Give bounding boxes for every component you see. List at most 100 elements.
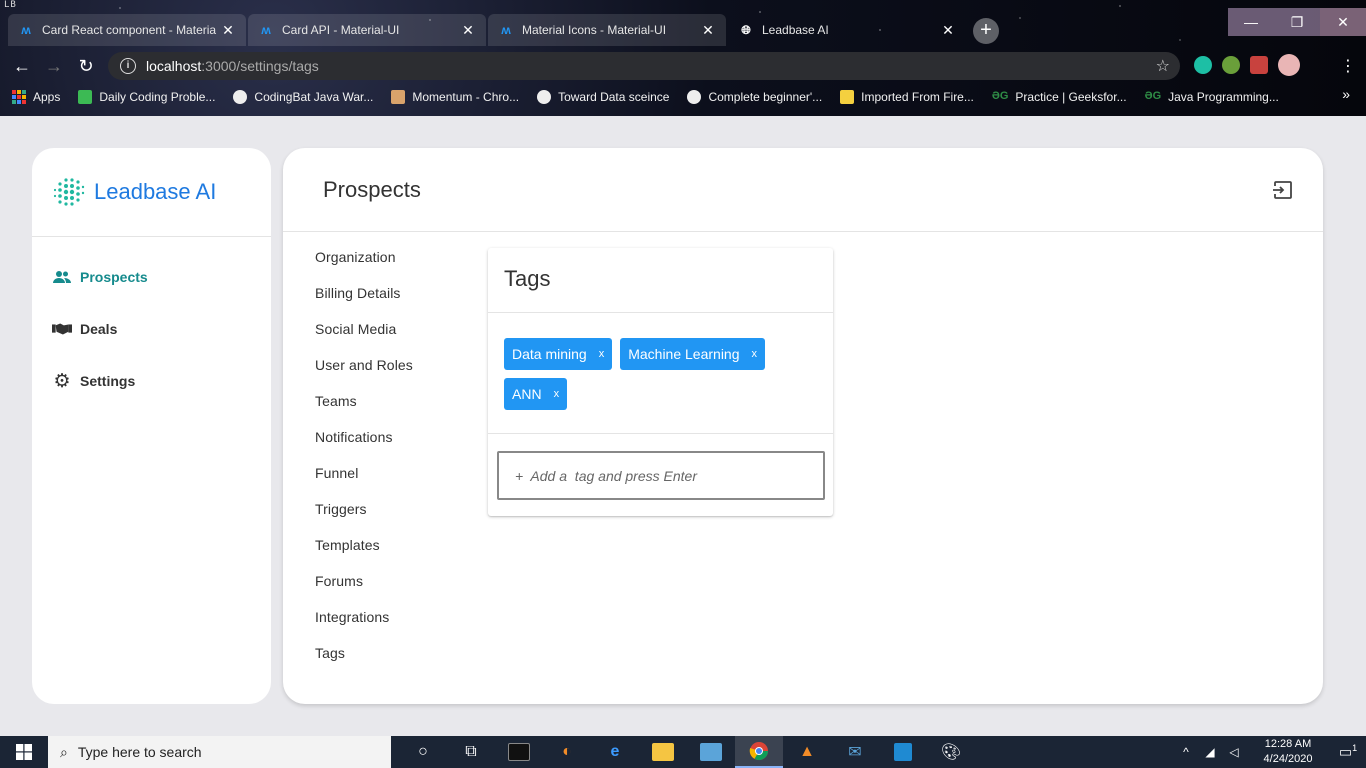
geeksforgeeks-icon: ƏG <box>991 90 1009 102</box>
terminal-icon[interactable] <box>495 736 543 768</box>
task-view-icon[interactable]: ⧉ <box>447 736 495 768</box>
sidebar-item-deals[interactable]: Deals <box>32 303 271 355</box>
forward-arrow-icon[interactable]: → <box>38 56 70 77</box>
bookmark-item[interactable]: ƏG Practice | Geeksfor... <box>992 90 1127 104</box>
sidebar-item-label: Prospects <box>80 269 148 285</box>
close-icon[interactable]: ✕ <box>460 22 476 39</box>
settings-menu-user-and-roles[interactable]: User and Roles <box>315 356 413 392</box>
gear-icon: ⚙ <box>53 370 71 392</box>
info-icon[interactable]: i <box>120 58 136 74</box>
close-icon[interactable]: ✕ <box>940 22 956 39</box>
tab-title: Leadbase AI <box>762 23 829 37</box>
volume-icon[interactable]: ◁ <box>1222 745 1246 759</box>
brand-name: Leadbase AI <box>94 179 217 204</box>
close-window-icon[interactable]: ✕ <box>1320 8 1366 36</box>
extension-icon[interactable] <box>1250 56 1268 74</box>
remove-tag-button[interactable]: x <box>554 388 560 400</box>
bookmark-item[interactable]: Imported From Fire... <box>840 90 974 104</box>
notification-icon[interactable]: ▭1 <box>1330 743 1366 761</box>
restore-icon[interactable]: ❐ <box>1274 8 1320 36</box>
windows-start-icon[interactable] <box>0 736 48 768</box>
settings-menu-billing-details[interactable]: Billing Details <box>315 284 413 320</box>
browser-tab[interactable]: ʍ Material Icons - Material-UI ✕ <box>488 14 726 46</box>
brand[interactable]: Leadbase AI <box>32 148 271 237</box>
bookmark-label: Complete beginner'... <box>708 90 823 104</box>
close-icon[interactable]: ✕ <box>220 22 236 39</box>
settings-menu-teams[interactable]: Teams <box>315 392 413 428</box>
settings-menu-social-media[interactable]: Social Media <box>315 320 413 356</box>
menu-icon[interactable]: ⋮ <box>1340 56 1356 76</box>
wifi-icon[interactable]: ◢ <box>1198 745 1222 759</box>
settings-menu-integrations[interactable]: Integrations <box>315 608 413 644</box>
bookmark-item[interactable]: Toward Data sceince <box>537 90 669 104</box>
remove-tag-button[interactable]: x <box>752 348 758 360</box>
sidebar-item-label: Deals <box>80 321 118 337</box>
settings-menu-tags[interactable]: Tags <box>315 644 413 680</box>
settings-menu-funnel[interactable]: Funnel <box>315 464 413 500</box>
brand-logo-icon <box>53 178 85 206</box>
mail-icon[interactable]: ✉ <box>831 736 879 768</box>
extension-icon[interactable] <box>1222 56 1240 74</box>
address-bar[interactable]: i localhost:3000/settings/tags ☆ <box>108 52 1180 80</box>
taskbar-apps: ○ ⧉ ◐ e ▲ ✉ 🎨︎ <box>399 736 975 768</box>
browser-tab[interactable]: ʍ Card React component - Materia ✕ <box>8 14 246 46</box>
bookmark-item[interactable]: Apps <box>12 90 60 104</box>
app-icon[interactable] <box>687 736 735 768</box>
star-icon[interactable]: ☆ <box>1156 56 1170 76</box>
cortana-icon[interactable]: ○ <box>399 736 447 768</box>
extension-icon[interactable] <box>1194 56 1212 74</box>
window-controls: — ❐ ✕ <box>1228 8 1366 36</box>
url-path: :3000/settings/tags <box>201 58 319 74</box>
sidebar-item-settings[interactable]: ⚙ Settings <box>32 355 271 407</box>
browser-tab[interactable]: ʍ Card API - Material-UI ✕ <box>248 14 486 46</box>
paint-icon[interactable]: 🎨︎ <box>927 736 975 768</box>
tag-chip[interactable]: Data mining x <box>504 338 613 370</box>
settings-menu: Organization Billing Details Social Medi… <box>315 248 413 680</box>
settings-menu-templates[interactable]: Templates <box>315 536 413 572</box>
new-tab-button[interactable]: + <box>973 18 999 44</box>
bookmark-label: Daily Coding Proble... <box>99 90 216 104</box>
settings-menu-notifications[interactable]: Notifications <box>315 428 413 464</box>
settings-menu-triggers[interactable]: Triggers <box>315 500 413 536</box>
bookmark-item[interactable]: CodingBat Java War... <box>233 90 373 104</box>
bookmark-item[interactable]: Complete beginner'... <box>687 90 822 104</box>
avatar[interactable] <box>1278 54 1300 76</box>
clock[interactable]: 12:28 AM 4/24/2020 <box>1252 737 1324 767</box>
tab-title: Card API - Material-UI <box>282 23 400 37</box>
vscode-icon[interactable] <box>879 736 927 768</box>
more-bookmarks-icon[interactable]: » <box>1342 86 1350 102</box>
bookmark-item[interactable]: Momentum - Chro... <box>391 90 519 104</box>
os-label: LB <box>4 0 17 10</box>
vlc-icon[interactable]: ▲ <box>783 736 831 768</box>
eclipse-icon[interactable]: ◐ <box>543 736 591 768</box>
back-arrow-icon[interactable]: ← <box>6 56 38 77</box>
tag-chip-list: Data mining x Machine Learning x ANN x <box>488 313 833 434</box>
handshake-icon <box>52 319 72 339</box>
reload-icon[interactable]: ↻ <box>70 56 102 77</box>
close-icon[interactable]: ✕ <box>700 22 716 39</box>
bookmark-item[interactable]: ƏG Java Programming... <box>1145 90 1279 104</box>
tag-chip[interactable]: Machine Learning x <box>620 338 765 370</box>
edge-icon[interactable]: e <box>591 736 639 768</box>
file-explorer-icon[interactable] <box>639 736 687 768</box>
material-ui-icon: ʍ <box>261 23 271 37</box>
remove-tag-button[interactable]: x <box>599 348 605 360</box>
taskbar-search[interactable]: ⌕ Type here to search <box>48 736 391 768</box>
clock-time: 12:28 AM <box>1264 738 1312 750</box>
sidebar-item-prospects[interactable]: Prospects <box>32 251 271 303</box>
chevron-up-icon[interactable]: ^ <box>1174 745 1198 759</box>
browser-tab-active[interactable]: 🌐︎ Leadbase AI ✕ <box>728 14 966 46</box>
bookmark-item[interactable]: Daily Coding Proble... <box>78 90 215 104</box>
minimize-icon[interactable]: — <box>1228 8 1274 36</box>
settings-menu-organization[interactable]: Organization <box>315 248 413 284</box>
chrome-icon[interactable] <box>735 736 783 768</box>
logout-icon[interactable] <box>1272 179 1294 201</box>
tab-title: Card React component - Materia <box>42 23 217 37</box>
taskbar-search-placeholder: Type here to search <box>77 744 202 760</box>
extensions <box>1194 54 1300 76</box>
add-tag-input[interactable] <box>497 451 825 500</box>
tag-chip[interactable]: ANN x <box>504 378 568 410</box>
tags-card: Tags Data mining x Machine Learning x AN… <box>488 248 833 516</box>
apps-icon <box>12 90 26 104</box>
settings-menu-forums[interactable]: Forums <box>315 572 413 608</box>
